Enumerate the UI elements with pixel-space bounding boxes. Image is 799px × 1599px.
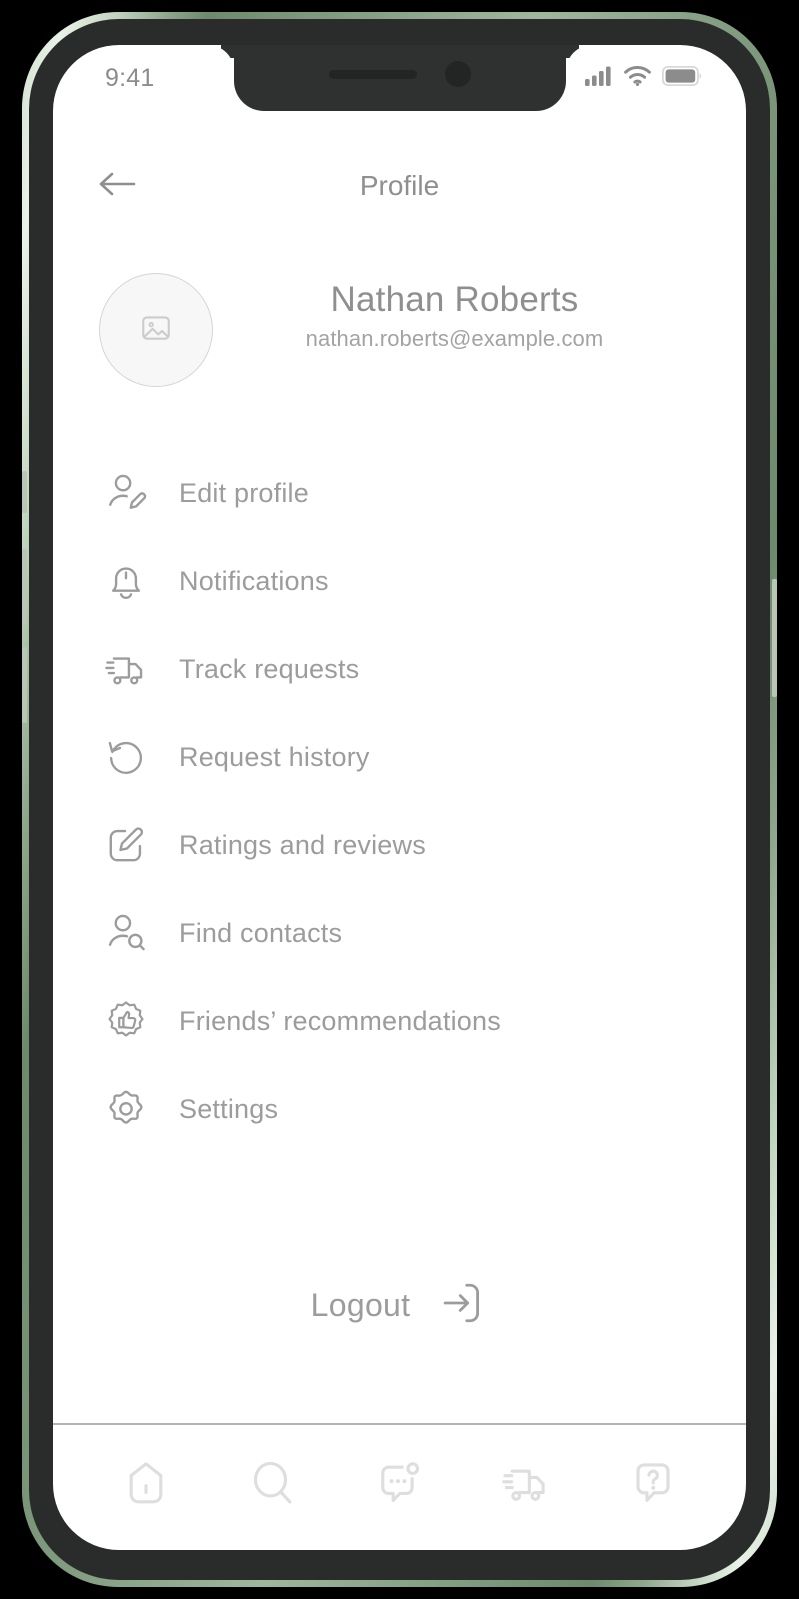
back-button[interactable]: [97, 163, 143, 209]
menu-item-label: Ratings and reviews: [179, 829, 426, 860]
power-button[interactable]: [772, 579, 777, 697]
menu-item-edit-profile[interactable]: Edit profile: [97, 449, 702, 537]
chat-bubble-dot-icon: [374, 1458, 424, 1513]
nav-item-chat[interactable]: [361, 1447, 437, 1523]
menu-item-find-contacts[interactable]: Find contacts: [97, 889, 702, 977]
menu-item-friends-recommendations[interactable]: Friends’ recommendations: [97, 977, 702, 1065]
phone-frame: 9:41 Profile Nathan Roberts nathan.rober…: [22, 12, 777, 1587]
menu-item-label: Request history: [179, 741, 370, 772]
menu-item-notifications[interactable]: Notifications: [97, 537, 702, 625]
help-question-bubble-icon: [628, 1458, 678, 1513]
profile-name: Nathan Roberts: [330, 280, 579, 319]
nav-item-help[interactable]: [615, 1447, 691, 1523]
silence-switch[interactable]: [22, 471, 27, 513]
search-icon: [248, 1458, 298, 1513]
volume-down-button[interactable]: [22, 647, 27, 723]
gear-icon: [101, 1084, 151, 1134]
menu-item-settings[interactable]: Settings: [97, 1065, 702, 1153]
battery-icon: [661, 65, 702, 91]
arrow-left-icon: [97, 169, 137, 204]
logout-button[interactable]: Logout: [53, 1277, 746, 1334]
menu-item-ratings-and-reviews[interactable]: Ratings and reviews: [97, 801, 702, 889]
front-camera-icon: [444, 61, 471, 87]
profile-summary: Nathan Roberts nathan.roberts@example.co…: [53, 257, 746, 387]
logout-label: Logout: [310, 1287, 411, 1323]
phone-screen: 9:41 Profile Nathan Roberts nathan.rober…: [53, 45, 746, 1550]
nav-item-home[interactable]: [108, 1447, 184, 1523]
status-time: 9:41: [105, 63, 155, 92]
wifi-icon: [624, 65, 651, 91]
status-icons: [585, 65, 702, 91]
menu-item-label: Friends’ recommendations: [179, 1005, 501, 1036]
user-search-icon: [101, 908, 151, 958]
menu-item-label: Settings: [179, 1093, 279, 1124]
menu-item-label: Track requests: [179, 653, 360, 684]
phone-body: 9:41 Profile Nathan Roberts nathan.rober…: [22, 19, 777, 1580]
app-header: Profile: [53, 153, 746, 219]
pencil-square-icon: [101, 820, 151, 870]
menu-item-track-requests[interactable]: Track requests: [97, 625, 702, 713]
page-title: Profile: [359, 170, 440, 201]
menu-item-request-history[interactable]: Request history: [97, 713, 702, 801]
history-rotate-left-icon: [101, 732, 151, 782]
menu-item-label: Edit profile: [179, 477, 309, 508]
earpiece-speaker: [328, 69, 417, 79]
nav-item-delivery[interactable]: [488, 1447, 564, 1523]
avatar[interactable]: [99, 273, 213, 387]
thumbs-up-badge-icon: [101, 996, 151, 1046]
home-icon: [121, 1458, 171, 1513]
volume-up-button[interactable]: [22, 549, 27, 625]
delivery-truck-icon: [501, 1458, 551, 1513]
logout-arrow-icon: [436, 1277, 488, 1334]
profile-email: nathan.roberts@example.com: [305, 326, 604, 352]
menu-item-label: Find contacts: [179, 917, 343, 948]
menu-item-label: Notifications: [179, 565, 329, 596]
bell-icon: [101, 556, 151, 606]
delivery-truck-icon: [101, 644, 151, 694]
image-placeholder-icon: [139, 311, 173, 350]
nav-item-search[interactable]: [235, 1447, 311, 1523]
profile-menu: Edit profile Notifications Track request…: [53, 449, 746, 1153]
bottom-navigation: [53, 1425, 746, 1545]
device-notch: [233, 45, 566, 111]
profile-text-block: Nathan Roberts nathan.roberts@example.co…: [213, 257, 702, 352]
user-edit-icon: [101, 468, 151, 518]
